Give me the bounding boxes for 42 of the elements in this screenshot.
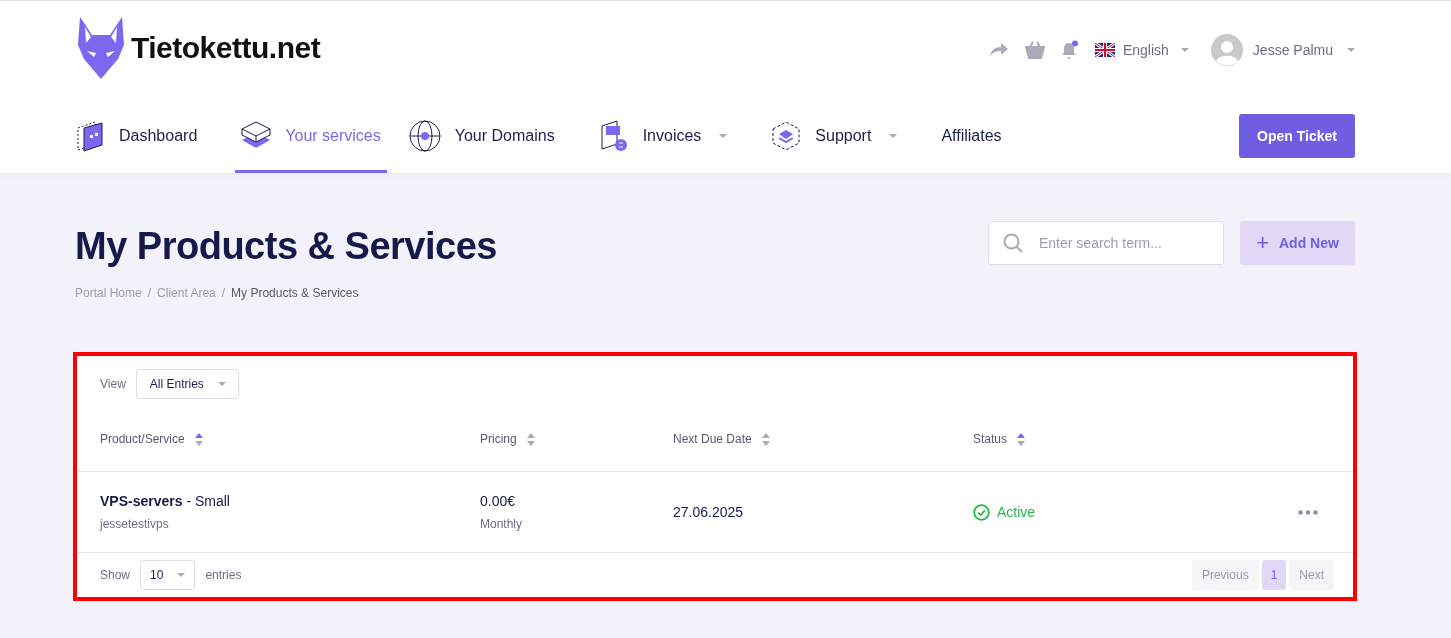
show-label: Show (100, 568, 131, 582)
invoice-icon (598, 119, 629, 152)
basket-icon[interactable] (1024, 40, 1045, 59)
breadcrumb-current: My Products & Services (231, 286, 359, 300)
product-domain: jessetestivps (100, 517, 170, 531)
column-header[interactable]: Pricing (480, 432, 673, 446)
nav-tab[interactable]: Your services (235, 98, 387, 173)
page-number-button[interactable]: 1 (1261, 560, 1287, 590)
nav-tab[interactable]: Invoices (598, 98, 750, 173)
view-label: View (100, 377, 126, 391)
search-field[interactable]: Enter search term... (988, 221, 1224, 265)
billing-cycle: Monthly (480, 517, 524, 531)
entries-label: entries (205, 568, 242, 582)
page-title: My Products & Services (75, 225, 497, 268)
bell-icon[interactable] (1060, 39, 1079, 60)
nav-tab[interactable]: Your Domains (408, 98, 577, 173)
product-name: VPS-servers - Small (100, 493, 231, 509)
nav-tab[interactable]: Support (771, 98, 920, 173)
dashboard-icon (75, 119, 105, 152)
share-arrow-icon[interactable] (988, 41, 1009, 58)
language-selector[interactable]: English (1094, 41, 1189, 58)
due-date: 27.06.2025 (673, 504, 745, 520)
brand-name: Tietokettu.net (131, 30, 321, 65)
more-options-icon[interactable] (1298, 509, 1318, 515)
support-box-icon (771, 119, 802, 152)
column-header[interactable]: Next Due Date (673, 432, 973, 446)
status-label: Active (997, 504, 1036, 520)
search-icon (1003, 233, 1023, 253)
user-menu[interactable]: Jesse Palmu (1210, 33, 1355, 66)
page-size-dropdown[interactable]: 10 (140, 560, 196, 590)
avatar-icon (1210, 33, 1243, 66)
uk-flag-icon (1094, 42, 1115, 57)
breadcrumb-separator: / (221, 286, 226, 300)
nav-tab[interactable]: Affiliates (941, 98, 1024, 173)
open-ticket-button[interactable]: Open Ticket (1239, 113, 1355, 158)
view-dropdown[interactable]: All Entries (135, 369, 239, 399)
column-header[interactable]: Product/Service (100, 432, 480, 446)
column-header[interactable]: Status (973, 432, 1270, 446)
nav-tab[interactable]: Dashboard (75, 98, 220, 173)
breadcrumb-separator: / (147, 286, 152, 300)
globe-icon (408, 119, 441, 152)
price-amount: 0.00€ (480, 493, 517, 509)
